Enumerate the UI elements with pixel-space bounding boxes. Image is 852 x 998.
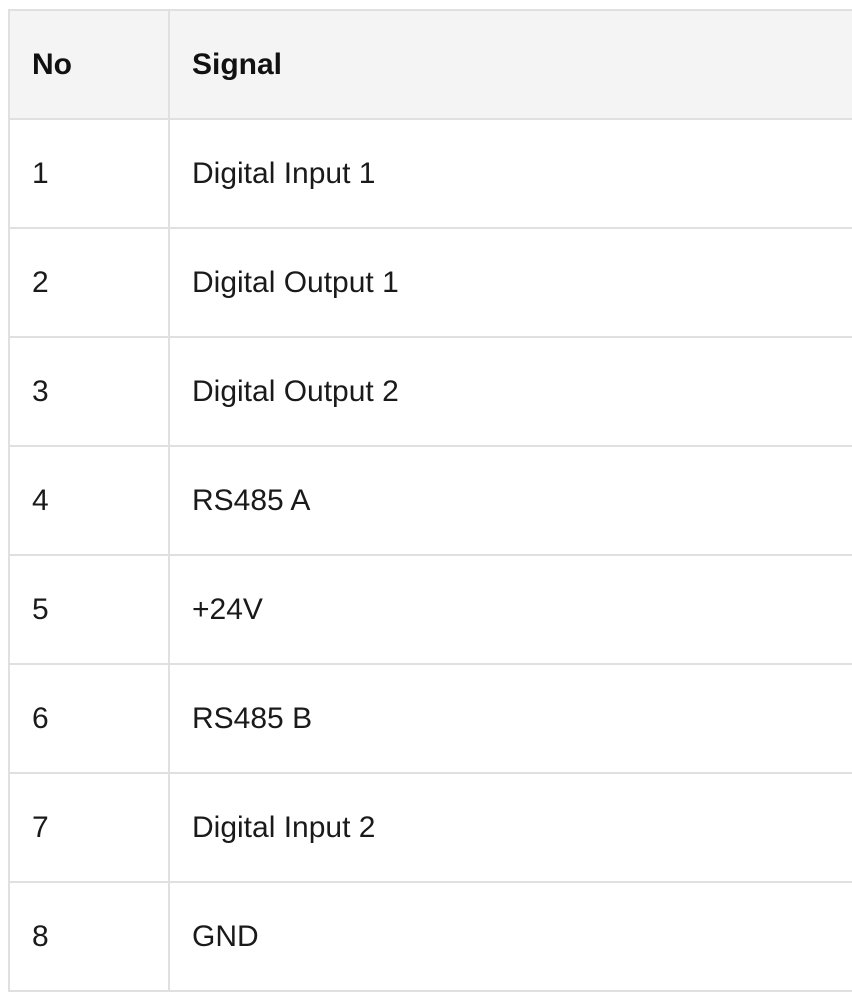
table-row: 4 RS485 A: [8, 445, 852, 556]
signal-table-container: No Signal 1 Digital Input 1 2 Digital Ou…: [8, 9, 852, 992]
column-header-no: No: [8, 9, 170, 120]
cell-signal: RS485 A: [168, 445, 852, 556]
table-row: 6 RS485 B: [8, 663, 852, 774]
table-header: No Signal: [8, 9, 852, 120]
cell-signal: Digital Input 1: [168, 118, 852, 229]
table-row: 2 Digital Output 1: [8, 227, 852, 338]
table-body: 1 Digital Input 1 2 Digital Output 1 3 D…: [8, 118, 852, 992]
cell-signal: Digital Input 2: [168, 772, 852, 883]
cell-signal: Digital Output 2: [168, 336, 852, 447]
cell-signal: Digital Output 1: [168, 227, 852, 338]
cell-signal: +24V: [168, 554, 852, 665]
cell-no: 8: [8, 881, 170, 992]
table-row: 7 Digital Input 2: [8, 772, 852, 883]
cell-no: 1: [8, 118, 170, 229]
cell-no: 6: [8, 663, 170, 774]
header-row: No Signal: [8, 9, 852, 120]
table-row: 1 Digital Input 1: [8, 118, 852, 229]
cell-no: 3: [8, 336, 170, 447]
cell-signal: RS485 B: [168, 663, 852, 774]
cell-signal: GND: [168, 881, 852, 992]
table-row: 8 GND: [8, 881, 852, 992]
cell-no: 2: [8, 227, 170, 338]
signal-table: No Signal 1 Digital Input 1 2 Digital Ou…: [8, 9, 852, 992]
cell-no: 5: [8, 554, 170, 665]
table-row: 5 +24V: [8, 554, 852, 665]
cell-no: 4: [8, 445, 170, 556]
column-header-signal: Signal: [168, 9, 852, 120]
cell-no: 7: [8, 772, 170, 883]
table-row: 3 Digital Output 2: [8, 336, 852, 447]
